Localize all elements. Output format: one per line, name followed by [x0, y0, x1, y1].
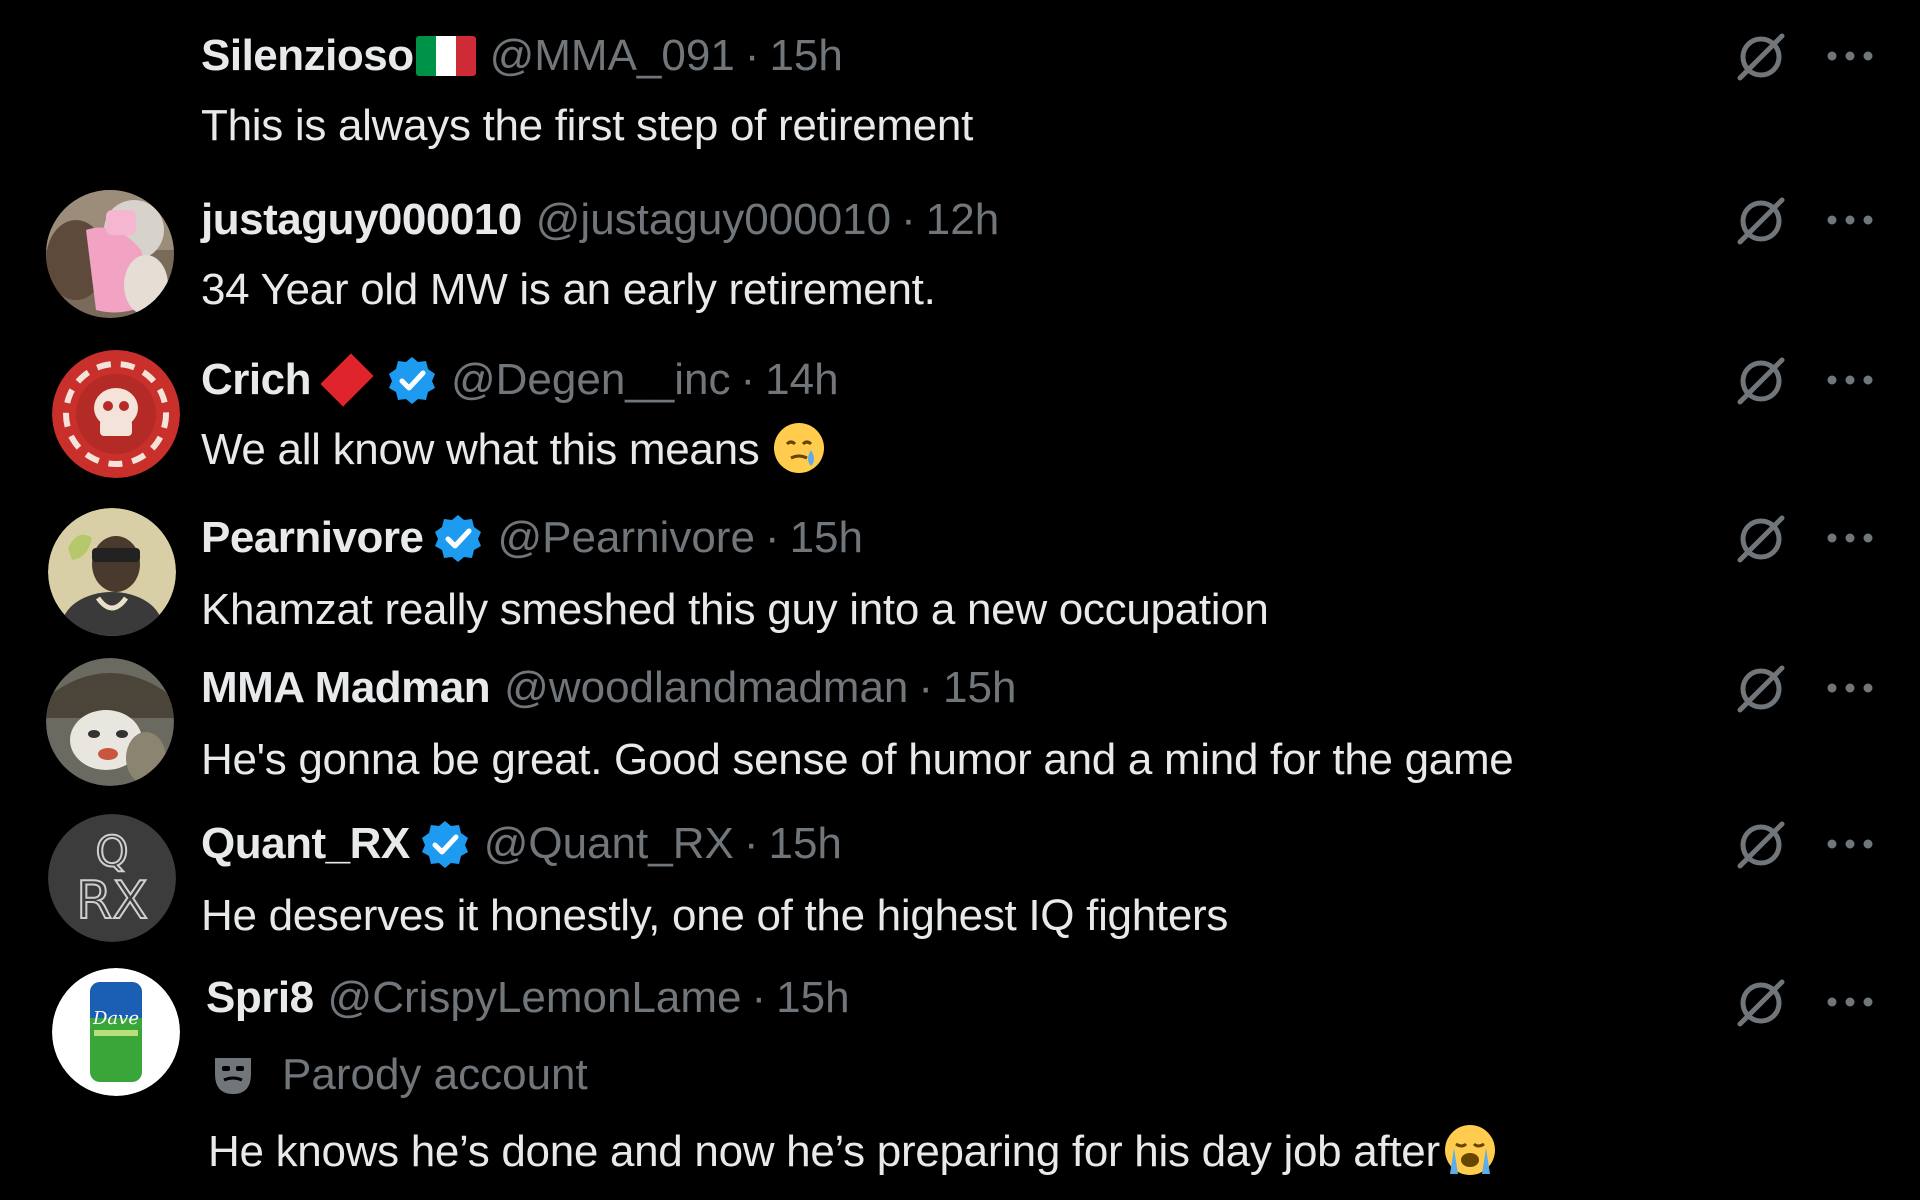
reply-text: Khamzat really smeshed this guy into a n… [201, 585, 1269, 634]
reply[interactable]: Q RX Quant_RX @Quant_RX · 15h He deserve… [0, 814, 1920, 954]
reply-text: We all know what this means [201, 425, 760, 474]
display-name[interactable]: Crich [201, 350, 311, 410]
user-handle[interactable]: @MMA_091 [490, 26, 735, 86]
avatar[interactable]: Dave [52, 968, 180, 1096]
display-name[interactable]: Quant_RX [201, 814, 410, 874]
user-handle[interactable]: @CrispyLemonLame [328, 968, 742, 1028]
user-handle[interactable]: @woodlandmadman [504, 658, 908, 718]
avatar[interactable] [46, 190, 174, 318]
mute-icon[interactable] [1734, 818, 1788, 872]
verified-badge-icon[interactable] [420, 819, 470, 869]
avatar[interactable] [52, 350, 180, 478]
reply-text: He deserves it honestly, one of the high… [201, 891, 1229, 940]
reply[interactable]: Crich @Degen__inc · 14h We all know what… [0, 350, 1920, 490]
avatar[interactable]: Q RX [48, 814, 176, 942]
reply-header: Crich @Degen__inc · 14h [201, 350, 839, 410]
user-handle[interactable]: @Quant_RX [484, 814, 734, 874]
parody-mask-icon [210, 1052, 256, 1098]
loudly-crying-face-icon [1442, 1122, 1498, 1178]
reply-text: He's gonna be great. Good sense of humor… [201, 735, 1514, 784]
separator-dot: · [743, 819, 759, 868]
reply-text: This is always the first step of retirem… [201, 101, 974, 150]
timestamp[interactable]: 15h [768, 814, 841, 874]
reply[interactable]: MMA Madman @woodlandmadman · 15h He's go… [0, 658, 1920, 798]
reply[interactable]: justaguy000010 @justaguy000010 · 12h 34 … [0, 190, 1920, 330]
reply-header: Pearnivore @Pearnivore · 15h [201, 508, 863, 568]
display-name[interactable]: MMA Madman [201, 658, 491, 718]
separator-dot: · [918, 663, 934, 712]
separator-dot: · [744, 31, 760, 80]
user-handle[interactable]: @Pearnivore [497, 508, 754, 568]
verified-badge-icon[interactable] [433, 513, 483, 563]
parody-label-text: Parody account [282, 1050, 588, 1099]
user-handle[interactable]: @justaguy000010 [536, 190, 891, 250]
mute-icon[interactable] [1734, 976, 1788, 1030]
more-options-icon[interactable] [1822, 210, 1878, 230]
separator-dot: · [901, 195, 916, 244]
more-options-icon[interactable] [1822, 528, 1878, 548]
user-handle[interactable]: @Degen__inc [451, 350, 731, 410]
parody-label: Parody account [210, 1045, 588, 1105]
avatar-can-text: Dave [92, 1008, 139, 1029]
mute-icon[interactable] [1734, 194, 1788, 248]
reply[interactable]: Silenzioso @MMA_091 · 15h This is always… [0, 26, 1920, 156]
display-name[interactable]: justaguy000010 [201, 190, 522, 250]
reply-text-row: He knows he’s done and now he’s preparin… [208, 1122, 1498, 1182]
timestamp[interactable]: 14h [765, 350, 838, 410]
avatar-letters-top: Q [95, 827, 128, 876]
avatar[interactable] [48, 508, 176, 636]
reply-text: 34 Year old MW is an early retirement. [201, 265, 936, 314]
separator-dot: · [751, 973, 767, 1022]
timestamp[interactable]: 15h [776, 968, 849, 1028]
timestamp[interactable]: 15h [790, 508, 863, 568]
mute-icon[interactable] [1734, 30, 1788, 84]
mute-icon[interactable] [1734, 662, 1788, 716]
avatar[interactable] [46, 658, 174, 786]
timestamp[interactable]: 15h [943, 658, 1016, 718]
display-name[interactable]: Spri8 [206, 968, 314, 1028]
face-holding-back-tears-icon [771, 420, 827, 476]
italy-flag-icon [415, 36, 476, 76]
separator-dot: · [740, 355, 756, 404]
separator-dot: · [764, 513, 780, 562]
red-diamond-icon [320, 353, 374, 407]
more-options-icon[interactable] [1822, 678, 1878, 698]
more-options-icon[interactable] [1822, 992, 1878, 1012]
more-options-icon[interactable] [1822, 46, 1878, 66]
more-options-icon[interactable] [1822, 370, 1878, 390]
verified-badge-icon[interactable] [387, 355, 437, 405]
reply-header: Quant_RX @Quant_RX · 15h [201, 814, 842, 874]
reply-header: MMA Madman @woodlandmadman · 15h [201, 658, 1016, 718]
reply-text: He knows he’s done and now he’s preparin… [208, 1127, 1440, 1176]
avatar-letters-bottom: RX [76, 871, 148, 931]
timestamp[interactable]: 12h [926, 190, 999, 250]
reply-text-row: We all know what this means [201, 420, 827, 480]
display-name[interactable]: Silenzioso [201, 26, 414, 86]
mute-icon[interactable] [1734, 354, 1788, 408]
more-options-icon[interactable] [1822, 834, 1878, 854]
reply-header: justaguy000010 @justaguy000010 · 12h [201, 190, 999, 250]
reply[interactable]: Pearnivore @Pearnivore · 15h Khamzat rea… [0, 508, 1920, 648]
reply-header: Silenzioso @MMA_091 · 15h [201, 26, 843, 86]
timestamp[interactable]: 15h [769, 26, 842, 86]
display-name[interactable]: Pearnivore [201, 508, 424, 568]
reply-header: Spri8 @CrispyLemonLame · 15h [206, 968, 850, 1028]
mute-icon[interactable] [1734, 512, 1788, 566]
reply[interactable]: Dave Spri8 @CrispyLemonLame · 15h Parody… [0, 968, 1920, 1200]
